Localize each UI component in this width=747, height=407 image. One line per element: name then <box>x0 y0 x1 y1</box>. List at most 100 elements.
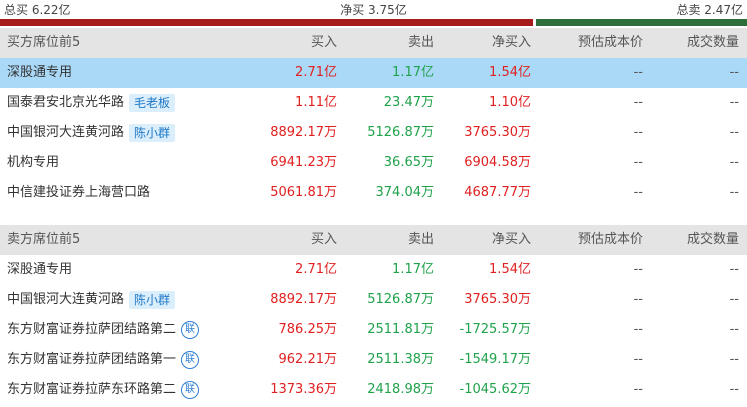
column-header-net[interactable]: 净买入 <box>492 225 531 255</box>
trade-volume: -- <box>729 352 739 367</box>
estimated-cost: -- <box>633 322 643 337</box>
sell-amount: 2511.81万 <box>367 322 434 337</box>
seat-row[interactable]: 东方财富证券拉萨东环路第二联 1373.36万 2418.98万 -1045.62万 -… <box>0 375 747 405</box>
buy-amount: 2.71亿 <box>295 262 337 277</box>
seat-name: 东方财富证券拉萨东环路第二 <box>7 382 177 397</box>
seat-row[interactable]: 东方财富证券拉萨团结路第二联 786.25万 2511.81万 -1725.57万 --… <box>0 315 747 345</box>
sell-amount: 5126.87万 <box>367 292 434 307</box>
trade-volume: -- <box>729 292 739 307</box>
trade-volume: -- <box>729 95 739 110</box>
sell-seats-section: 卖方席位前5 买入 卖出 净买入 预估成本价 成交数量 深股通专用 2.71亿 1.… <box>0 225 747 405</box>
buy-section-title: 买方席位前5 <box>7 35 81 50</box>
trade-volume: -- <box>729 65 739 80</box>
net-amount: 3765.30万 <box>464 292 531 307</box>
seat-name: 东方财富证券拉萨团结路第一 <box>7 352 177 367</box>
buy-amount: 8892.17万 <box>270 292 337 307</box>
buy-amount: 6941.23万 <box>270 155 337 170</box>
estimated-cost: -- <box>633 382 643 397</box>
column-header-sell[interactable]: 卖出 <box>408 28 434 58</box>
buy-amount: 8892.17万 <box>270 125 337 140</box>
sell-seats-list: 深股通专用 2.71亿 1.17亿 1.54亿 -- -- 中国银河大连黄河路 陈小群 8892… <box>0 255 747 405</box>
buy-seats-section: 买方席位前5 买入 卖出 净买入 预估成本价 成交数量 深股通专用 2.71亿 1.… <box>0 28 747 208</box>
net-amount: 3765.30万 <box>464 125 531 140</box>
trade-volume: -- <box>729 322 739 337</box>
column-header-cost[interactable]: 预估成本价 <box>578 225 643 255</box>
seat-name-cell: 国泰君安北京光华路 毛老板 <box>7 88 176 118</box>
section-divider <box>0 208 747 225</box>
sell-amount: 23.47万 <box>383 95 434 110</box>
sell-amount: 36.65万 <box>383 155 434 170</box>
seat-row[interactable]: 中国银河大连黄河路 陈小群 8892.17万 5126.87万 3765.30万 -- -- <box>0 118 747 148</box>
trade-volume: -- <box>729 155 739 170</box>
sell-amount: 1.17亿 <box>392 65 434 80</box>
net-amount: 1.54亿 <box>489 65 531 80</box>
seat-row[interactable]: 中信建投证券上海营口路 5061.81万 374.04万 4687.77万 -- -- <box>0 178 747 208</box>
seat-row[interactable]: 深股通专用 2.71亿 1.17亿 1.54亿 -- -- <box>0 255 747 285</box>
net-amount: -1045.62万 <box>459 382 531 397</box>
seat-row[interactable]: 深股通专用 2.71亿 1.17亿 1.54亿 -- -- <box>0 58 747 88</box>
linked-seat-icon[interactable]: 联 <box>181 351 200 369</box>
total-sell-label: 总卖 2.47亿 <box>676 3 743 17</box>
net-amount: -1725.57万 <box>459 322 531 337</box>
seat-name: 国泰君安北京光华路 <box>7 95 125 110</box>
estimated-cost: -- <box>633 95 643 110</box>
column-header-buy[interactable]: 买入 <box>311 225 337 255</box>
seat-row[interactable]: 国泰君安北京光华路 毛老板 1.11亿 23.47万 1.10亿 -- -- <box>0 88 747 118</box>
seat-name-cell: 机构专用 <box>7 148 59 178</box>
seat-name-cell: 中国银河大连黄河路 陈小群 <box>7 118 176 148</box>
column-header-net[interactable]: 净买入 <box>492 28 531 58</box>
seat-name: 机构专用 <box>7 155 60 170</box>
seat-row[interactable]: 东方财富证券拉萨团结路第一联 962.21万 2511.38万 -1549.17万 --… <box>0 345 747 375</box>
seat-name-cell: 中信建投证券上海营口路 <box>7 178 150 208</box>
trader-tag[interactable]: 陈小群 <box>129 124 176 142</box>
linked-seat-icon[interactable]: 联 <box>181 381 200 399</box>
buy-amount: 2.71亿 <box>295 65 337 80</box>
seat-name: 中国银河大连黄河路 <box>7 125 125 140</box>
seat-name: 中国银河大连黄河路 <box>7 292 125 307</box>
buy-amount: 5061.81万 <box>270 185 337 200</box>
sell-amount: 5126.87万 <box>367 125 434 140</box>
net-buy-label: 净买 3.75亿 <box>340 3 407 17</box>
seat-name-cell: 深股通专用 <box>7 255 72 285</box>
seat-name-cell: 东方财富证券拉萨团结路第一联 <box>7 345 200 375</box>
seat-row[interactable]: 中国银河大连黄河路 陈小群 8892.17万 5126.87万 3765.30万 -- -- <box>0 285 747 315</box>
net-amount: -1549.17万 <box>459 352 531 367</box>
buy-amount: 962.21万 <box>278 352 338 367</box>
sell-section-title: 卖方席位前5 <box>7 232 81 247</box>
seat-name: 中信建投证券上海营口路 <box>7 185 151 200</box>
sell-amount: 2418.98万 <box>367 382 434 397</box>
column-header-cost[interactable]: 预估成本价 <box>578 28 643 58</box>
linked-seat-icon[interactable]: 联 <box>181 321 200 339</box>
net-amount: 1.54亿 <box>489 262 531 277</box>
net-amount: 4687.77万 <box>464 185 531 200</box>
sell-section-header: 卖方席位前5 买入 卖出 净买入 预估成本价 成交数量 <box>0 225 747 255</box>
buy-amount: 786.25万 <box>278 322 338 337</box>
seat-name: 东方财富证券拉萨团结路第二 <box>7 322 177 337</box>
sell-amount: 2511.38万 <box>367 352 434 367</box>
trader-tag[interactable]: 陈小群 <box>129 291 176 309</box>
trade-volume: -- <box>729 382 739 397</box>
buy-section-header: 买方席位前5 买入 卖出 净买入 预估成本价 成交数量 <box>0 28 747 58</box>
estimated-cost: -- <box>633 292 643 307</box>
column-header-sell[interactable]: 卖出 <box>408 225 434 255</box>
column-header-buy[interactable]: 买入 <box>311 28 337 58</box>
buy-seats-list: 深股通专用 2.71亿 1.17亿 1.54亿 -- -- 国泰君安北京光华路 毛老板 1.11… <box>0 58 747 208</box>
seat-name-cell: 深股通专用 <box>7 58 72 88</box>
sell-amount: 1.17亿 <box>392 262 434 277</box>
estimated-cost: -- <box>633 352 643 367</box>
estimated-cost: -- <box>633 65 643 80</box>
seat-name-cell: 东方财富证券拉萨东环路第二联 <box>7 375 200 405</box>
estimated-cost: -- <box>633 155 643 170</box>
estimated-cost: -- <box>633 125 643 140</box>
buy-amount: 1.11亿 <box>295 95 337 110</box>
net-amount: 6904.58万 <box>464 155 531 170</box>
trade-volume: -- <box>729 125 739 140</box>
column-header-volume[interactable]: 成交数量 <box>687 28 739 58</box>
seat-row[interactable]: 机构专用 6941.23万 36.65万 6904.58万 -- -- <box>0 148 747 178</box>
sell-ratio-bar <box>536 19 747 26</box>
seat-name-cell: 东方财富证券拉萨团结路第二联 <box>7 315 200 345</box>
net-amount: 1.10亿 <box>489 95 531 110</box>
trader-tag[interactable]: 毛老板 <box>129 94 176 112</box>
column-header-volume[interactable]: 成交数量 <box>687 225 739 255</box>
seat-name-cell: 中国银河大连黄河路 陈小群 <box>7 285 176 315</box>
